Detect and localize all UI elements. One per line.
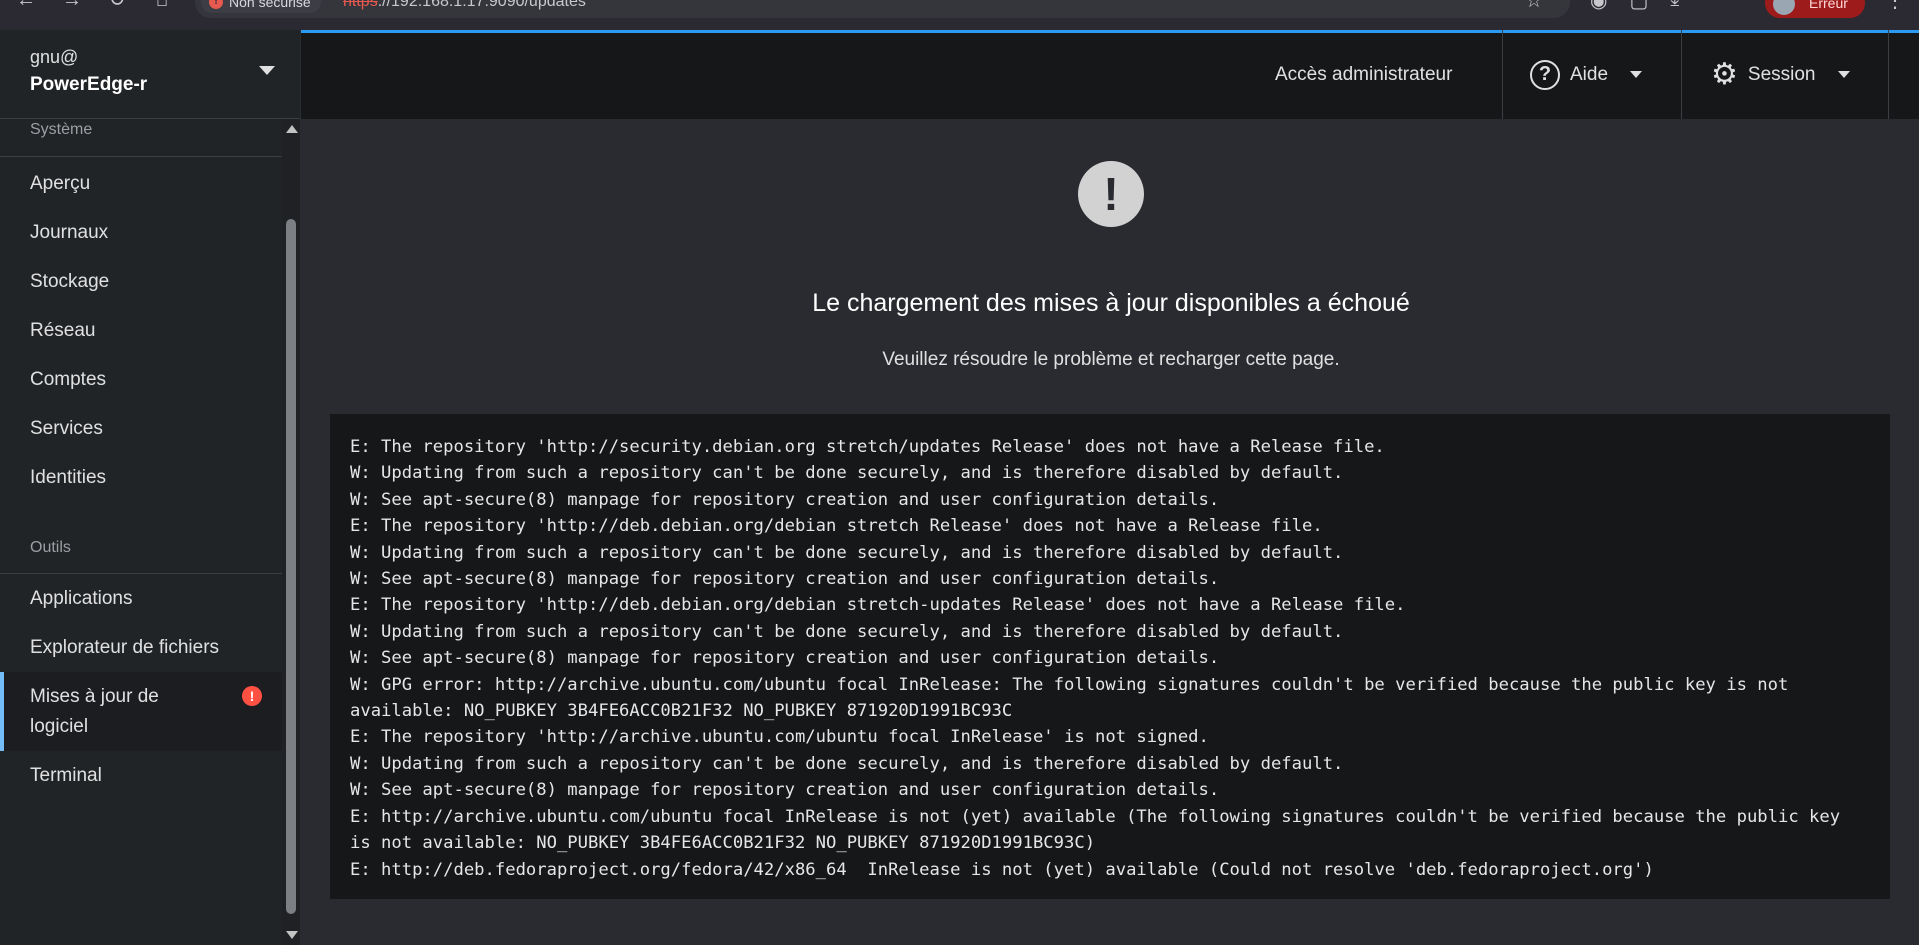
session-menu[interactable]: ⚙ Session: [1711, 30, 1850, 119]
nav-section-system: Système: [30, 121, 93, 138]
log-line: W: Updating from such a repository can't…: [350, 463, 1344, 484]
log-line: W: See apt-secure(8) manpage for reposit…: [350, 648, 1220, 669]
error-description: Veuillez résoudre le problème et recharg…: [882, 349, 1340, 370]
sidebar-item-label: Mises à jour de logiciel: [30, 686, 159, 737]
log-line: E: The repository 'http://security.debia…: [350, 437, 1385, 457]
security-label: Non sécurisé: [229, 0, 311, 10]
gear-icon: ⚙: [1711, 57, 1738, 91]
header-divider: [1681, 30, 1682, 119]
error-title: Le chargement des mises à jour disponibl…: [812, 289, 1410, 317]
browser-toolbar: ← → ↻ ⌂ ! Non sécurisé https://192.168.1…: [0, 0, 1919, 30]
back-icon[interactable]: ←: [14, 0, 38, 12]
error-label: Erreur: [1809, 0, 1848, 11]
nav-divider: [0, 156, 282, 157]
chevron-down-icon: [1630, 71, 1643, 78]
log-line: E: The repository 'http://deb.debian.org…: [350, 595, 1406, 616]
sidebar-item-journaux[interactable]: Journaux: [0, 208, 282, 257]
loading-bar: [301, 30, 1919, 33]
url-scheme: https: [343, 0, 378, 10]
top-header: Accès administrateur ? Aide ⚙ Session: [301, 30, 1919, 119]
log-line: W: See apt-secure(8) manpage for reposit…: [350, 489, 1220, 510]
bookmark-star-icon[interactable]: ☆: [1525, 0, 1543, 13]
host-switcher[interactable]: gnu@ PowerEdge-r: [0, 30, 300, 119]
sidebar-item-file-explorer[interactable]: Explorateur de fichiers: [0, 623, 282, 672]
scroll-up-icon[interactable]: [286, 125, 298, 133]
sidebar: gnu@ PowerEdge-r Système Aperçu Journaux…: [0, 30, 300, 945]
header-divider: [1502, 30, 1503, 119]
log-line: E: http://deb.fedoraproject.org/fedora/4…: [350, 859, 1654, 880]
avatar: [1773, 0, 1795, 15]
sidebar-scrollbar[interactable]: [282, 119, 300, 945]
help-icon: ?: [1530, 59, 1560, 90]
log-line: W: See apt-secure(8) manpage for reposit…: [350, 569, 1220, 590]
help-menu[interactable]: ? Aide: [1530, 30, 1643, 119]
sidebar-item-stockage[interactable]: Stockage: [0, 257, 282, 306]
sidebar-item-comptes[interactable]: Comptes: [0, 355, 282, 404]
sidebar-item-applications[interactable]: Applications: [0, 574, 282, 623]
sidebar-item-services[interactable]: Services: [0, 404, 282, 453]
scroll-down-icon[interactable]: [286, 931, 298, 939]
log-line: W: Updating from such a repository can't…: [350, 542, 1344, 563]
reload-icon[interactable]: ↻: [105, 0, 129, 12]
url-text[interactable]: https://192.168.1.17:9090/updates: [343, 0, 586, 11]
home-icon[interactable]: ⌂: [150, 0, 174, 12]
more-menu-icon[interactable]: ⋮: [1885, 0, 1905, 13]
url-rest: ://192.168.1.17:9090/updates: [377, 0, 586, 10]
forward-icon[interactable]: →: [60, 0, 84, 12]
security-chip[interactable]: ! Non sécurisé: [201, 0, 321, 13]
chevron-down-icon[interactable]: [259, 66, 275, 75]
log-line: W: See apt-secure(8) manpage for reposit…: [350, 780, 1220, 801]
warning-icon: !: [209, 0, 223, 9]
download-icon[interactable]: ⤓: [1670, 0, 1679, 13]
extension-icon[interactable]: ◉: [1590, 0, 1607, 13]
chevron-down-icon: [1837, 71, 1850, 78]
extension-icons: ◉ ▢ ⤓: [1590, 0, 1679, 13]
nav-section-tools: Outils: [30, 539, 71, 556]
main-content: ! Le chargement des mises à jour disponi…: [301, 119, 1919, 945]
sidebar-item-identities[interactable]: Identities: [0, 453, 282, 502]
cockpit-app: gnu@ PowerEdge-r Système Aperçu Journaux…: [0, 30, 1919, 945]
exclamation-circle-icon: !: [1078, 161, 1144, 227]
sidebar-item-apercu[interactable]: Aperçu: [0, 159, 282, 208]
profile-error-button[interactable]: Erreur: [1765, 0, 1865, 18]
log-line: E: http://archive.ubuntu.com/ubuntu foca…: [350, 806, 1851, 854]
error-badge-icon: !: [242, 686, 262, 706]
host-user: gnu@: [30, 47, 79, 67]
session-label: Session: [1747, 63, 1816, 85]
header-divider: [1888, 30, 1889, 119]
help-label: Aide: [1570, 63, 1609, 85]
sidebar-item-terminal[interactable]: Terminal: [0, 751, 282, 800]
error-log: E: The repository 'http://security.debia…: [330, 414, 1890, 899]
admin-access-button[interactable]: Accès administrateur: [1275, 30, 1452, 119]
scroll-thumb[interactable]: [286, 219, 296, 914]
log-line: W: GPG error: http://archive.ubuntu.com/…: [350, 674, 1799, 722]
log-line: W: Updating from such a repository can't…: [350, 621, 1344, 642]
sidebar-nav: Système Aperçu Journaux Stockage Réseau …: [0, 119, 282, 945]
address-bar[interactable]: ! Non sécurisé https://192.168.1.17:9090…: [195, 0, 1570, 18]
host-name: PowerEdge-r: [30, 74, 148, 95]
puzzle-icon[interactable]: ▢: [1629, 0, 1648, 13]
sidebar-item-software-updates[interactable]: Mises à jour de logiciel !: [0, 672, 282, 751]
log-line: W: Updating from such a repository can't…: [350, 753, 1344, 774]
log-line: E: The repository 'http://archive.ubuntu…: [350, 727, 1209, 748]
log-line: E: The repository 'http://deb.debian.org…: [350, 516, 1323, 537]
sidebar-item-reseau[interactable]: Réseau: [0, 306, 282, 355]
